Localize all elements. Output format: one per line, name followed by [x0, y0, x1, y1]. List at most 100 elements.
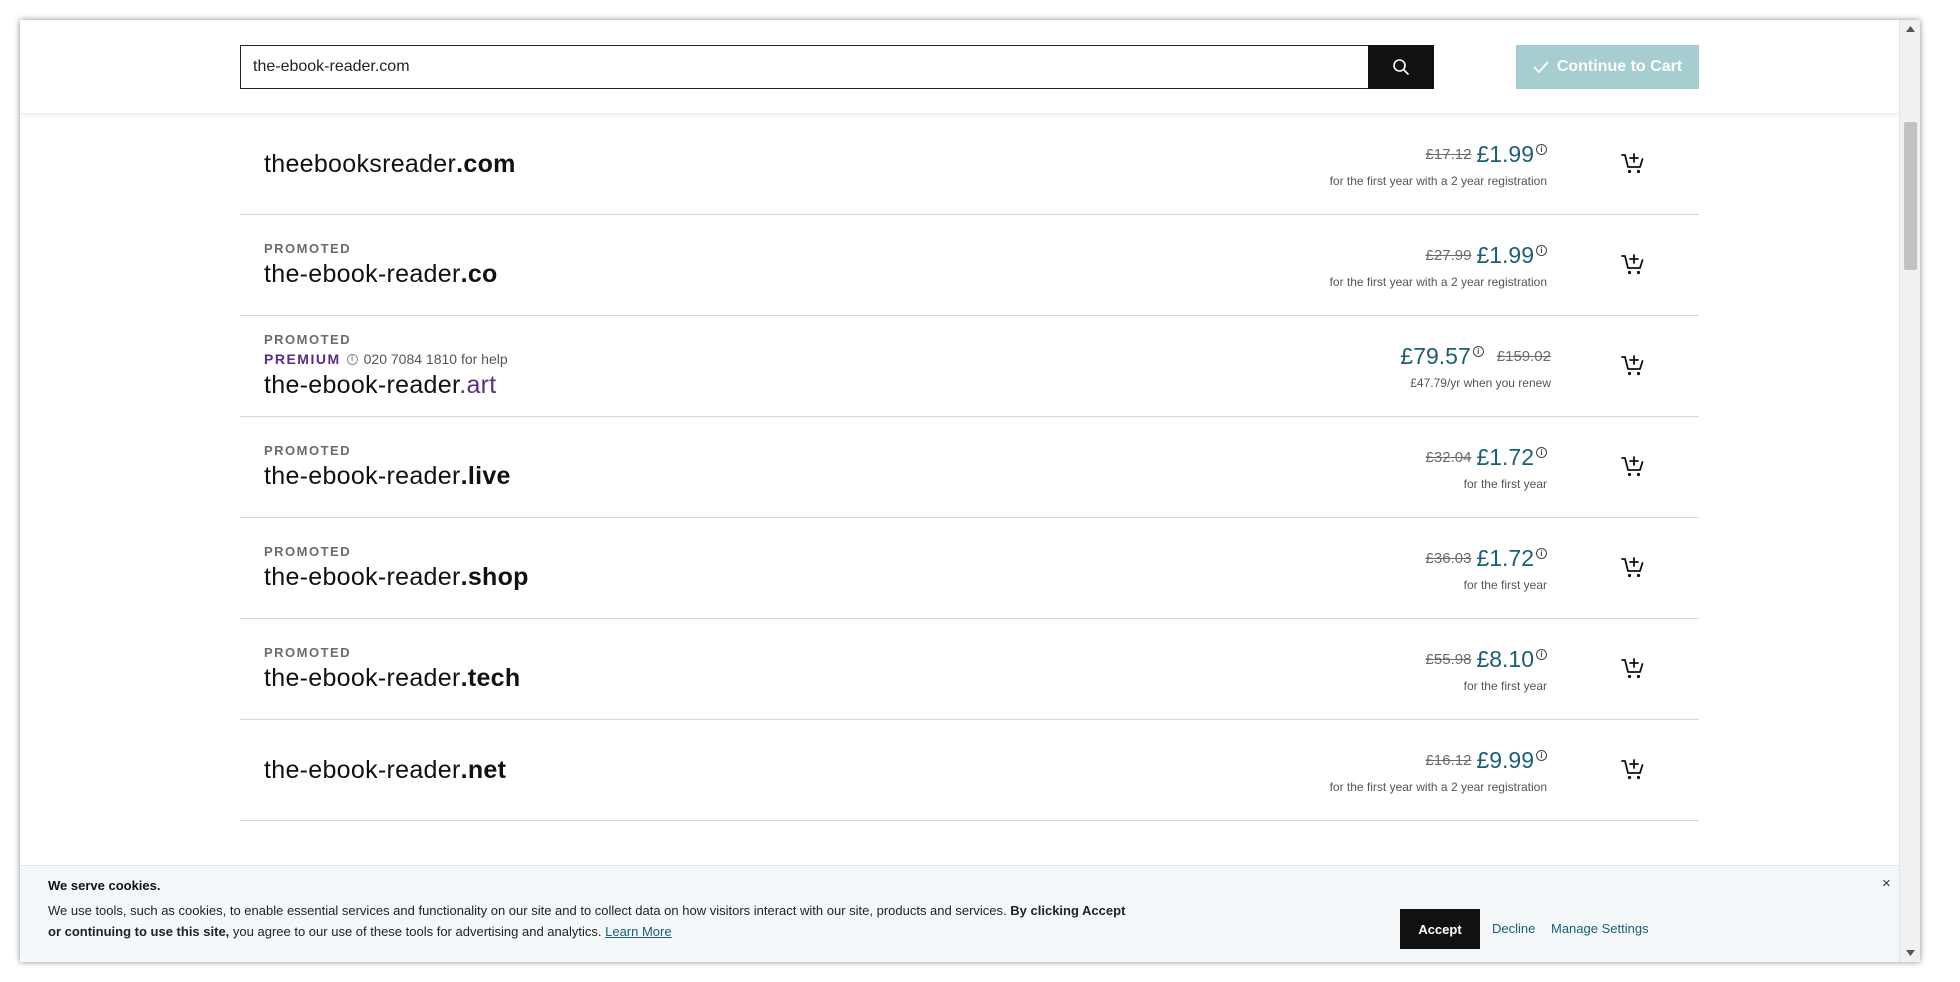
premium-line: PREMIUM i 020 7084 1810 for help [264, 351, 508, 367]
cookie-title: We serve cookies. [48, 878, 161, 893]
domain-name[interactable]: the-ebook-reader.net [264, 756, 506, 785]
price-note: £47.79/yr when you renew [1410, 375, 1551, 390]
original-price: £55.98 [1425, 650, 1472, 668]
scroll-up-icon [1906, 26, 1915, 32]
add-to-cart-button[interactable] [1619, 655, 1647, 683]
price-line: £36.03 £1.72 i [1426, 545, 1547, 572]
add-to-cart-icon [1621, 254, 1644, 275]
price-block: £55.98 £8.10 i for the first year [1426, 619, 1547, 719]
search-header: Continue to Cart [20, 20, 1920, 114]
price-block: £32.04 £1.72 i for the first year [1426, 417, 1547, 517]
price-note: for the first year with a 2 year registr… [1329, 779, 1547, 794]
cookie-text-part1: We use tools, such as cookies, to enable… [48, 903, 1007, 918]
domain-info: PROMOTED the-ebook-reader.shop [264, 518, 529, 618]
current-price: £79.57 [1400, 342, 1471, 369]
original-price: £16.12 [1425, 751, 1472, 769]
domain-info: PROMOTED PREMIUM i 020 7084 1810 for help th… [264, 316, 508, 416]
domain-info: the-ebook-reader.net [264, 720, 506, 820]
domain-info: theebooksreader.com [264, 114, 516, 214]
domain-base: the-ebook-reader [264, 755, 461, 784]
add-to-cart-icon [1621, 153, 1644, 174]
price-block: £16.12 £9.99 i for the first year with a 2 … [1330, 720, 1547, 820]
continue-to-cart-button[interactable]: Continue to Cart [1516, 45, 1699, 89]
domain-tld: .com [456, 149, 516, 178]
add-to-cart-icon [1621, 759, 1644, 780]
current-price: £1.99 [1476, 140, 1534, 167]
scrollbar-thumb[interactable] [1904, 122, 1917, 270]
domain-base: the-ebook-reader [264, 371, 460, 399]
domain-base: the-ebook-reader [264, 664, 461, 692]
domain-result-row: PROMOTED PREMIUM i 020 7084 1810 for help th… [240, 316, 1699, 417]
original-price: £159.02 [1496, 347, 1551, 365]
scroll-down-icon [1906, 950, 1915, 956]
domain-search-input[interactable] [241, 46, 1368, 88]
price-line: £32.04 £1.72 i [1426, 444, 1547, 471]
domain-tld: .shop [460, 563, 529, 591]
price-info-icon[interactable]: i [1536, 244, 1547, 256]
domain-name[interactable]: the-ebook-reader.co [264, 260, 498, 289]
promoted-label: PROMOTED [264, 241, 352, 256]
domain-name[interactable]: the-ebook-reader.shop [264, 563, 529, 592]
price-block: £79.57 i £159.02 £47.79/yr when you renew [1400, 316, 1551, 416]
browser-viewport: Continue to Cart theebooksreader.com £17.… [20, 20, 1920, 962]
price-note: for the first year with a 2 year registr… [1329, 274, 1547, 289]
accept-cookies-button[interactable]: Accept [1400, 909, 1480, 949]
cookie-banner: We serve cookies. We use tools, such as … [20, 865, 1899, 962]
add-to-cart-button[interactable] [1619, 554, 1647, 582]
domain-result-row: PROMOTED the-ebook-reader.shop £36.03 £1.72… [240, 518, 1699, 619]
domain-tld: .tech [460, 664, 521, 692]
domain-search-box [240, 45, 1434, 89]
current-price: £9.99 [1476, 746, 1534, 773]
add-to-cart-button[interactable] [1619, 453, 1647, 481]
close-icon[interactable]: × [1882, 876, 1891, 891]
price-info-icon[interactable]: i [1536, 143, 1547, 155]
price-line: £17.12 £1.99 i [1426, 141, 1547, 168]
add-to-cart-button[interactable] [1619, 251, 1647, 279]
learn-more-link[interactable]: Learn More [605, 924, 671, 939]
price-block: £36.03 £1.72 i for the first year [1426, 518, 1547, 618]
add-to-cart-icon [1621, 355, 1644, 376]
domain-name[interactable]: the-ebook-reader.tech [264, 664, 520, 693]
price-info-icon[interactable]: i [1536, 446, 1547, 458]
domain-name[interactable]: theebooksreader.com [264, 150, 516, 179]
domain-info: PROMOTED the-ebook-reader.tech [264, 619, 520, 719]
domain-result-row: the-ebook-reader.net £16.12 £9.99 i for the … [240, 720, 1699, 821]
price-note: for the first year [1463, 476, 1547, 491]
continue-to-cart-label: Continue to Cart [1556, 58, 1683, 75]
current-price: £1.99 [1476, 241, 1534, 268]
domain-base: the-ebook-reader [264, 563, 461, 591]
original-price: £32.04 [1425, 448, 1472, 466]
price-block: £17.12 £1.99 i for the first year with a 2 … [1330, 114, 1547, 214]
price-info-icon[interactable]: i [1472, 345, 1484, 357]
scroll-up-arrow[interactable] [1900, 20, 1920, 38]
price-line: £55.98 £8.10 i [1426, 646, 1547, 673]
promoted-label: PROMOTED [264, 332, 352, 347]
domain-result-row: PROMOTED the-ebook-reader.tech £55.98 £8.10… [240, 619, 1699, 720]
price-line: £16.12 £9.99 i [1426, 747, 1547, 774]
domain-tld: .art [459, 371, 497, 399]
manage-settings-link[interactable]: Manage Settings [1551, 921, 1649, 936]
add-to-cart-icon [1621, 557, 1644, 578]
scroll-down-arrow[interactable] [1900, 944, 1920, 962]
info-icon[interactable]: i [346, 353, 358, 365]
price-info-icon[interactable]: i [1536, 749, 1547, 761]
decline-cookies-link[interactable]: Decline [1492, 921, 1535, 936]
add-to-cart-button[interactable] [1619, 352, 1647, 380]
add-to-cart-button[interactable] [1619, 150, 1647, 178]
price-info-icon[interactable]: i [1536, 648, 1547, 660]
page-scrollbar[interactable] [1899, 20, 1920, 962]
search-button[interactable] [1368, 45, 1434, 89]
current-price: £1.72 [1476, 443, 1534, 470]
price-note: for the first year with a 2 year registr… [1329, 173, 1547, 188]
domain-name[interactable]: the-ebook-reader.live [264, 462, 511, 491]
add-to-cart-button[interactable] [1619, 756, 1647, 784]
domain-tld: .net [460, 755, 507, 784]
price-info-icon[interactable]: i [1536, 547, 1547, 559]
current-price: £8.10 [1476, 645, 1534, 672]
premium-label: PREMIUM [264, 351, 341, 367]
promoted-label: PROMOTED [264, 645, 352, 660]
price-line: £27.99 £1.99 i [1426, 242, 1547, 269]
original-price: £36.03 [1425, 549, 1472, 567]
domain-name[interactable]: the-ebook-reader.art [264, 371, 508, 400]
search-icon [1393, 59, 1409, 75]
